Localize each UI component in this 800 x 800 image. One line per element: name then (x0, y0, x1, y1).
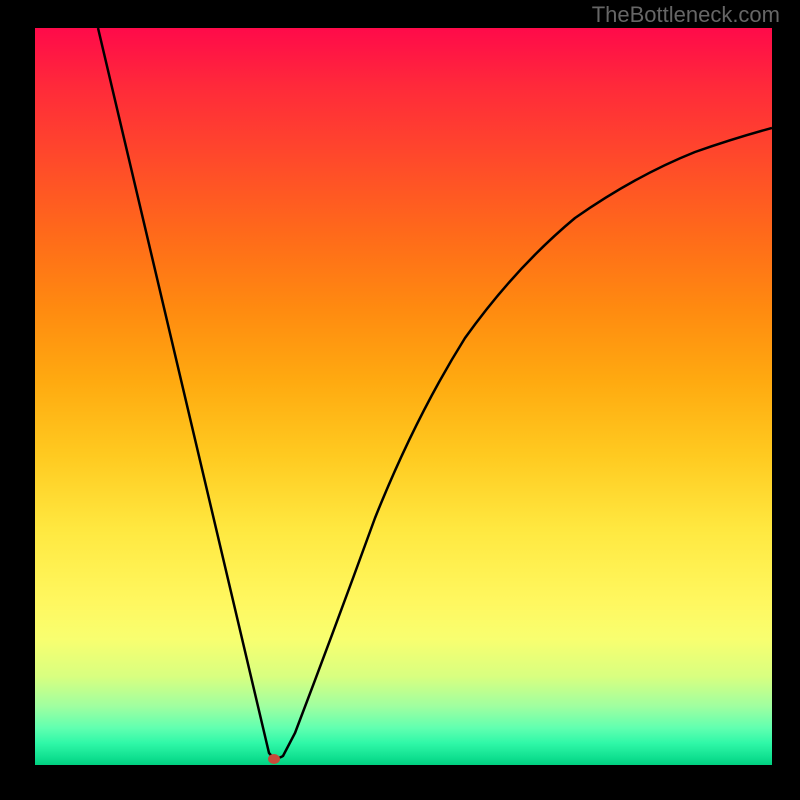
optimal-point-dot (268, 754, 280, 764)
watermark-text: TheBottleneck.com (592, 2, 780, 28)
chart-container: TheBottleneck.com (0, 0, 800, 800)
bottleneck-curve (98, 28, 772, 758)
plot-area (35, 28, 772, 765)
curve-svg (35, 28, 772, 765)
